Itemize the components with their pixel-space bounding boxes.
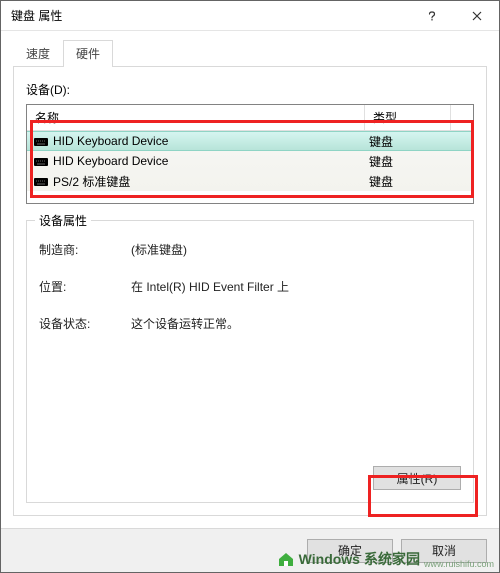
- content-area: 速度 硬件 设备(D): 名称 类型 HID Keyboard Device: [1, 31, 499, 528]
- keyboard-icon: [33, 173, 49, 189]
- status-label: 设备状态:: [39, 315, 131, 332]
- tab-body-hardware: 设备(D): 名称 类型 HID Keyboard Device 键盘: [13, 67, 487, 516]
- manufacturer-label: 制造商:: [39, 241, 131, 258]
- column-name[interactable]: 名称: [27, 105, 365, 130]
- properties-button[interactable]: 属性(R): [373, 466, 461, 490]
- window: 键盘 属性 速度 硬件 设备(D): 名称 类型: [0, 0, 500, 573]
- device-name: PS/2 标准键盘: [53, 173, 365, 190]
- window-title: 键盘 属性: [1, 7, 62, 24]
- prop-status: 设备状态: 这个设备运转正常。: [39, 315, 461, 332]
- column-type[interactable]: 类型: [365, 105, 451, 130]
- prop-location: 位置: 在 Intel(R) HID Event Filter 上: [39, 278, 461, 295]
- device-type: 键盘: [365, 153, 473, 170]
- keyboard-icon: [33, 153, 49, 169]
- device-row[interactable]: HID Keyboard Device 键盘: [27, 151, 473, 171]
- tab-hardware[interactable]: 硬件: [63, 40, 113, 67]
- tab-strip: 速度 硬件: [13, 39, 487, 67]
- tab-speed[interactable]: 速度: [13, 40, 63, 67]
- location-value: 在 Intel(R) HID Event Filter 上: [131, 278, 461, 295]
- titlebar: 键盘 属性: [1, 1, 499, 31]
- devices-label: 设备(D):: [26, 81, 474, 98]
- ok-button[interactable]: 确定: [307, 539, 393, 563]
- dialog-footer: 确定 取消: [1, 528, 499, 572]
- properties-button-area: 属性(R): [39, 458, 461, 490]
- device-name: HID Keyboard Device: [53, 134, 365, 148]
- device-row[interactable]: PS/2 标准键盘 键盘: [27, 171, 473, 191]
- device-rows: HID Keyboard Device 键盘 HID Keyboard Devi…: [27, 131, 473, 191]
- device-name: HID Keyboard Device: [53, 154, 365, 168]
- prop-manufacturer: 制造商: (标准键盘): [39, 241, 461, 258]
- device-list-header: 名称 类型: [27, 105, 473, 131]
- keyboard-icon: [33, 133, 49, 149]
- column-filler: [451, 105, 473, 130]
- help-button[interactable]: [409, 1, 454, 30]
- device-properties-group: 设备属性 制造商: (标准键盘) 位置: 在 Intel(R) HID Even…: [26, 220, 474, 503]
- group-legend: 设备属性: [35, 212, 91, 229]
- device-type: 键盘: [365, 173, 473, 190]
- manufacturer-value: (标准键盘): [131, 241, 461, 258]
- device-list[interactable]: 名称 类型 HID Keyboard Device 键盘: [26, 104, 474, 204]
- device-type: 键盘: [365, 133, 473, 150]
- location-label: 位置:: [39, 278, 131, 295]
- window-controls: [409, 1, 499, 30]
- device-row[interactable]: HID Keyboard Device 键盘: [27, 131, 473, 151]
- close-button[interactable]: [454, 1, 499, 30]
- status-value: 这个设备运转正常。: [131, 315, 461, 332]
- cancel-button[interactable]: 取消: [401, 539, 487, 563]
